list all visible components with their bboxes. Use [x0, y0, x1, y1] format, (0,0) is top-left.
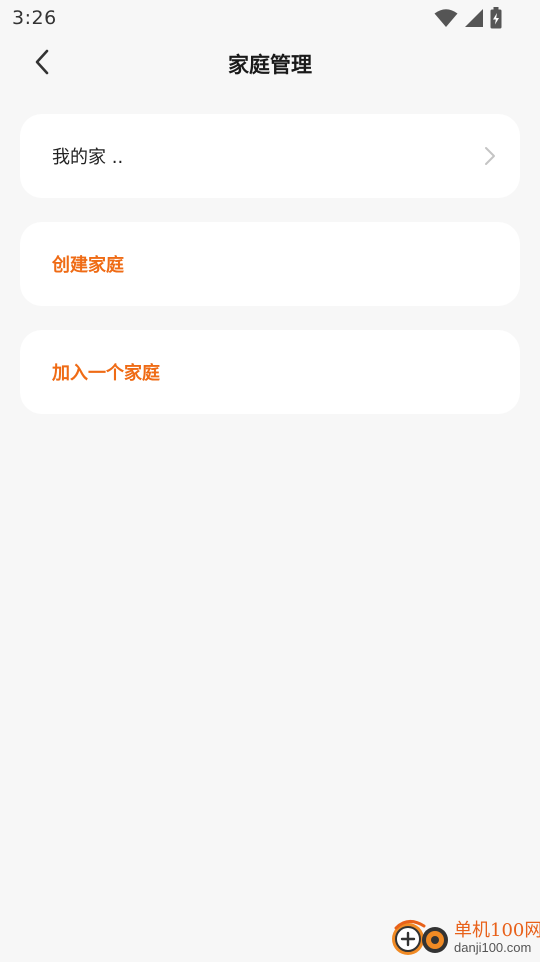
page-title: 家庭管理 — [228, 53, 312, 77]
wifi-icon — [434, 8, 458, 28]
watermark: 单机100网 danji100.com — [390, 914, 540, 960]
status-icons — [434, 7, 502, 29]
watermark-title: 单机100网 — [454, 920, 540, 941]
nav-bar: 家庭管理 — [0, 36, 540, 92]
cellular-signal-icon — [464, 8, 484, 28]
join-family-label: 加入一个家庭 — [52, 363, 160, 384]
battery-charging-icon — [490, 7, 502, 29]
join-family-button[interactable]: 加入一个家庭 — [20, 330, 520, 414]
home-name-label: 我的家 .. — [52, 147, 124, 168]
home-list-item[interactable]: 我的家 .. — [20, 114, 520, 198]
create-family-label: 创建家庭 — [52, 255, 124, 276]
status-time: 3:26 — [12, 7, 57, 29]
watermark-logo-icon — [390, 916, 452, 962]
status-bar: 3:26 — [0, 0, 540, 36]
watermark-url: danji100.com — [454, 940, 532, 955]
create-family-button[interactable]: 创建家庭 — [20, 222, 520, 306]
chevron-right-icon — [484, 146, 496, 170]
